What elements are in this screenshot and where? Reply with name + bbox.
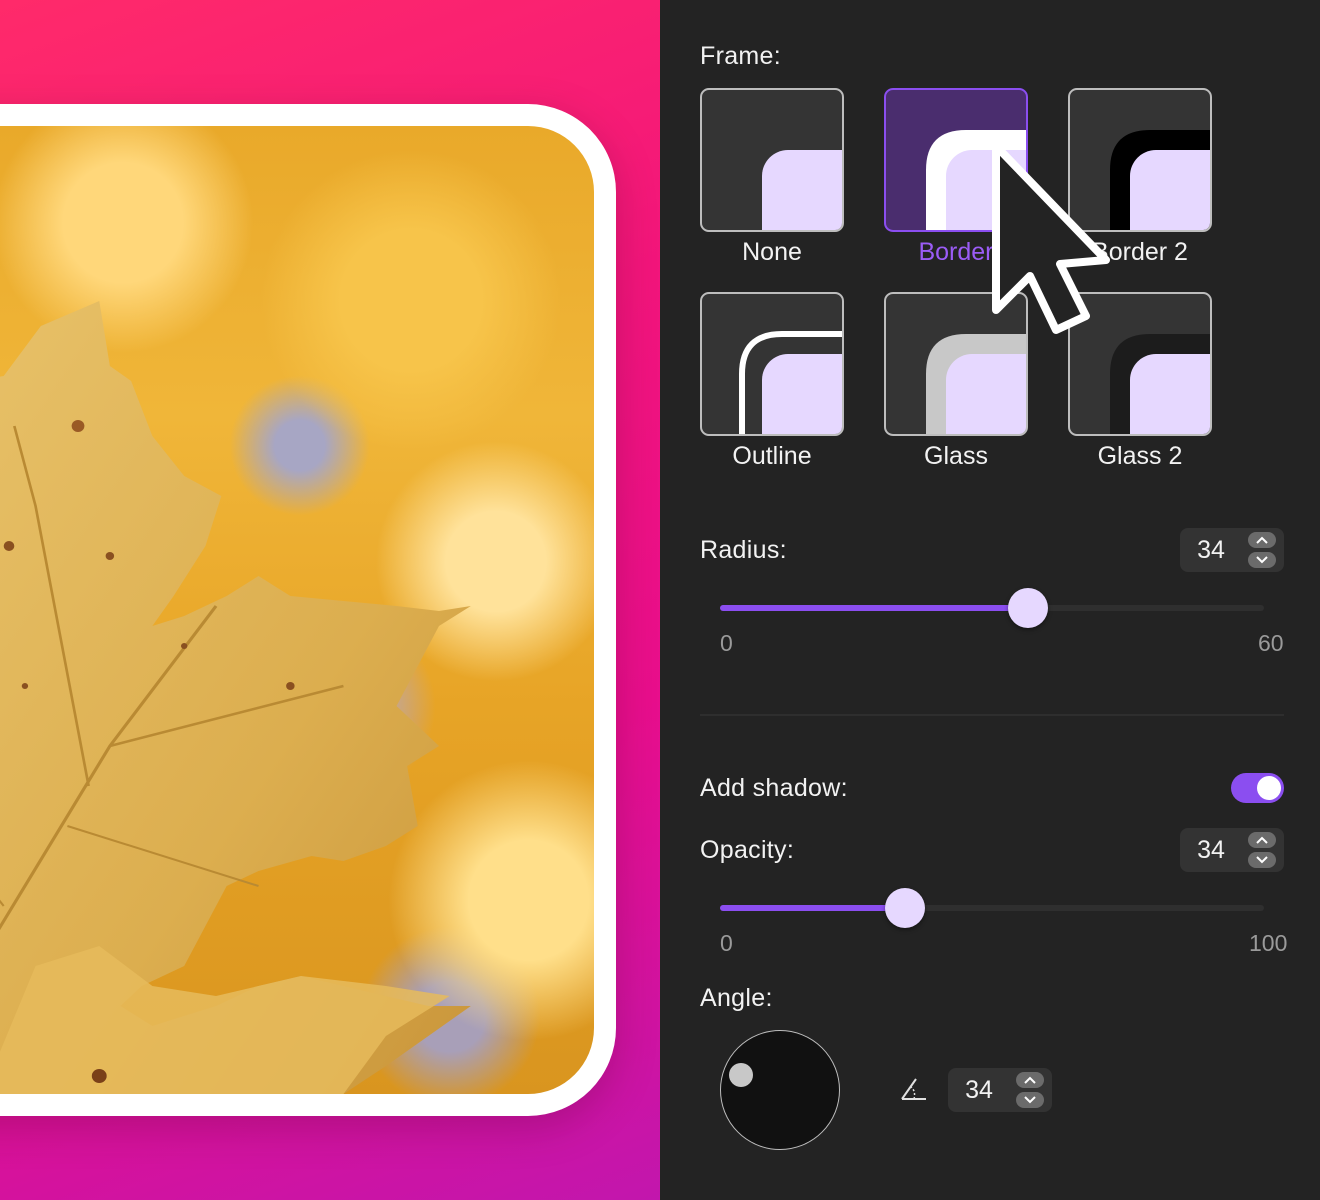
angle-decrement-button[interactable]: [1016, 1092, 1044, 1108]
opacity-max-label: 100: [1249, 930, 1288, 956]
chevron-up-icon: [1024, 1076, 1036, 1084]
frame-option-border[interactable]: [884, 88, 1028, 232]
frame-option-glass[interactable]: [884, 292, 1028, 436]
frame-option-border-label: Border: [918, 238, 994, 266]
frame-option-border-2-label: Border 2: [1092, 238, 1188, 266]
chevron-down-icon: [1256, 556, 1268, 564]
angle-dial[interactable]: [720, 1030, 840, 1150]
photo-border-frame: [0, 104, 616, 1116]
radius-decrement-button[interactable]: [1248, 552, 1276, 568]
angle-label: Angle:: [700, 984, 773, 1012]
frame-option-outline-label: Outline: [732, 442, 812, 470]
frame-preview-swatch: [1130, 150, 1210, 230]
angle-icon: [901, 1078, 926, 1100]
opacity-slider-fill: [720, 905, 905, 911]
chevron-up-icon: [1256, 536, 1268, 544]
radius-slider[interactable]: [720, 588, 1264, 628]
chevron-up-icon: [1256, 836, 1268, 844]
radius-min-label: 0: [720, 630, 733, 656]
frame-preview-swatch: [946, 354, 1026, 434]
frame-option-glass-2[interactable]: [1068, 292, 1212, 436]
opacity-label: Opacity:: [700, 836, 795, 864]
add-shadow-label: Add shadow:: [700, 774, 848, 802]
frame-preview-swatch: [1130, 354, 1210, 434]
opacity-value[interactable]: 34: [1180, 828, 1242, 872]
autumn-leaf-photo: [0, 126, 594, 1094]
frame-option-glass-2-label: Glass 2: [1097, 442, 1183, 470]
preview-canvas: [0, 0, 660, 1200]
angle-increment-button[interactable]: [1016, 1072, 1044, 1088]
maple-leaf-graphic: [0, 301, 471, 1094]
opacity-increment-button[interactable]: [1248, 832, 1276, 848]
opacity-slider-thumb[interactable]: [884, 888, 925, 928]
frame-option-none[interactable]: [700, 88, 844, 232]
radius-increment-button[interactable]: [1248, 532, 1276, 548]
opacity-stepper[interactable]: 34: [1180, 828, 1284, 872]
frame-option-glass-label: Glass: [924, 442, 988, 470]
radius-stepper[interactable]: 34: [1180, 528, 1284, 572]
add-shadow-toggle[interactable]: [1231, 773, 1284, 803]
radius-max-label: 60: [1258, 630, 1284, 656]
frame-preview-swatch: [946, 150, 1026, 230]
frame-option-border-2[interactable]: [1068, 88, 1212, 232]
opacity-slider[interactable]: [720, 888, 1264, 928]
angle-value[interactable]: 34: [948, 1068, 1010, 1112]
frame-option-none-label: None: [742, 238, 802, 266]
frame-settings-panel: Frame: None Border Border 2 Outline Glas…: [660, 0, 1320, 1200]
frame-option-outline[interactable]: [700, 292, 844, 436]
radius-label: Radius:: [700, 536, 787, 564]
radius-slider-thumb[interactable]: [1008, 588, 1049, 628]
frame-preview-swatch: [762, 354, 842, 434]
chevron-down-icon: [1256, 856, 1268, 864]
section-divider: [700, 714, 1284, 716]
radius-value[interactable]: 34: [1180, 528, 1242, 572]
angle-dial-handle[interactable]: [729, 1063, 753, 1087]
opacity-min-label: 0: [720, 930, 733, 956]
toggle-knob: [1257, 776, 1281, 800]
angle-stepper[interactable]: 34: [948, 1068, 1052, 1112]
frame-label: Frame:: [700, 42, 781, 70]
chevron-down-icon: [1024, 1096, 1036, 1104]
radius-slider-fill: [720, 605, 1029, 611]
opacity-decrement-button[interactable]: [1248, 852, 1276, 868]
frame-preview-swatch: [762, 150, 842, 230]
